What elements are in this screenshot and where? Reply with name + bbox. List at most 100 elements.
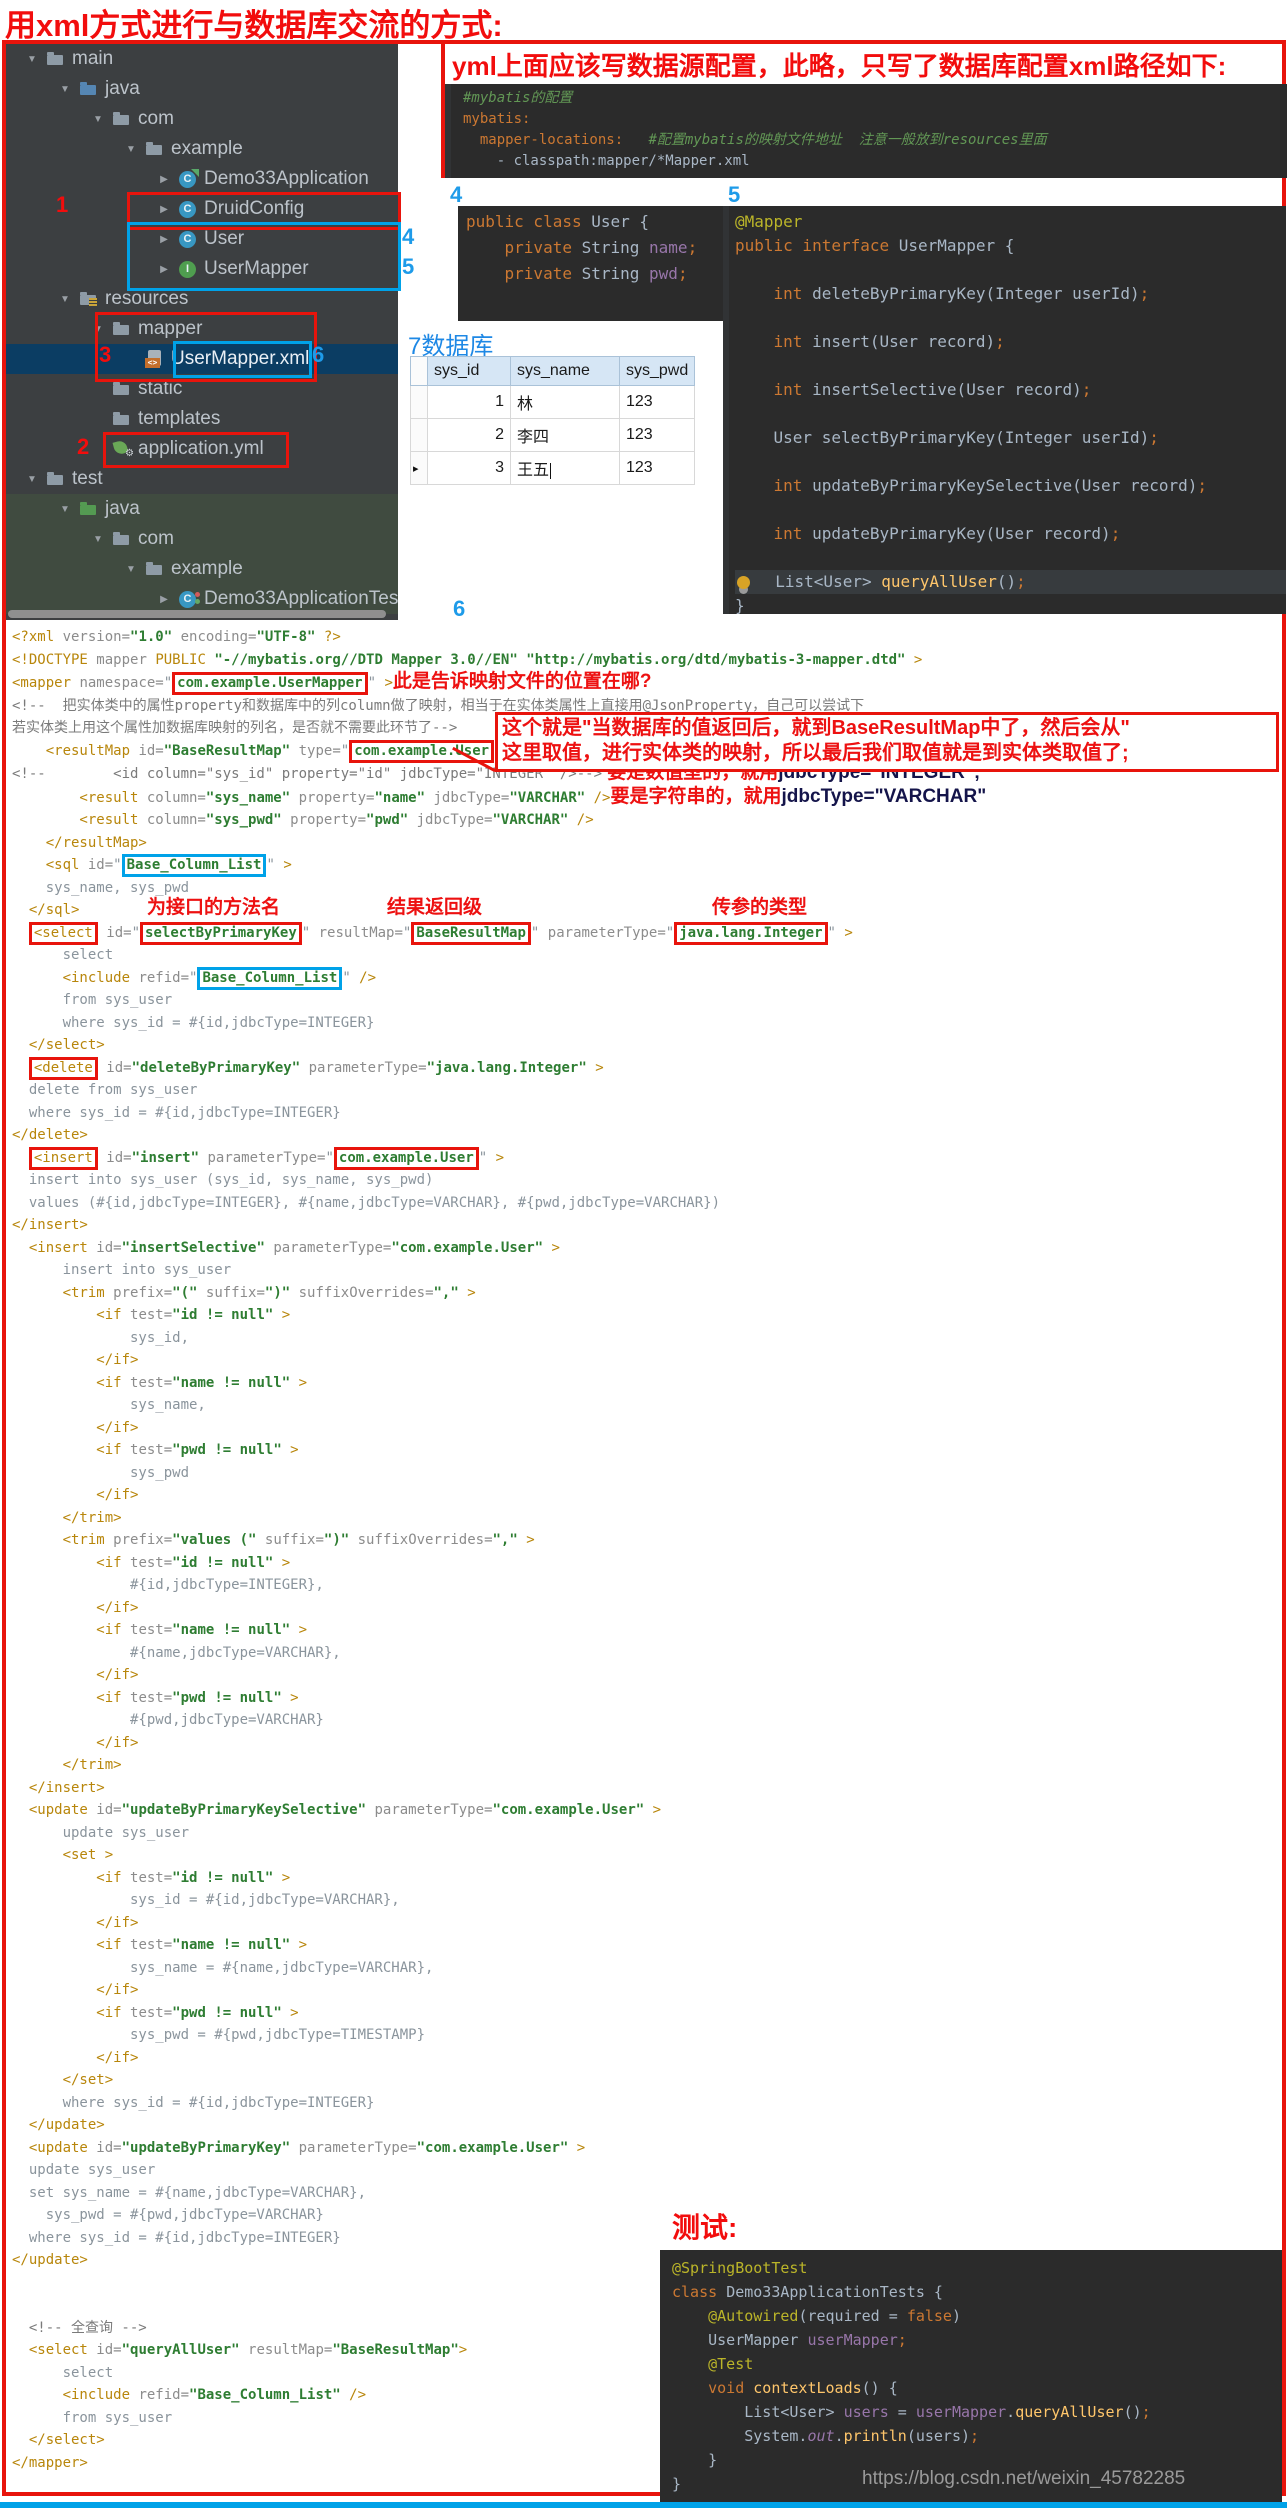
db-cell[interactable]: 李四 bbox=[510, 418, 620, 452]
tree-item-java[interactable]: ▼ java bbox=[6, 494, 398, 524]
xml-line: update sys_user bbox=[12, 1824, 190, 1841]
page-title: 用xml方式进行与数据库交流的方式: bbox=[5, 8, 503, 43]
db-row[interactable]: ▸ 3 王五 123 bbox=[410, 451, 696, 485]
expand-arrow-icon[interactable]: ▶ bbox=[151, 204, 177, 215]
xml-line: </sql> 为接口的方法名 结果返回级 传参的类型 bbox=[12, 897, 808, 918]
xml-line: <?xml version="1.0" encoding="UTF-8" ?> bbox=[12, 629, 341, 645]
item-label: application.yml bbox=[138, 438, 264, 459]
tree-item-mapper[interactable]: ▼ mapper bbox=[6, 314, 398, 344]
xml-line: where sys_id = #{id,jdbcType=INTEGER} bbox=[12, 2229, 341, 2246]
item-icon bbox=[111, 319, 133, 339]
class-icon: C bbox=[179, 201, 196, 218]
folder-icon bbox=[113, 382, 129, 395]
xml-line: where sys_id = #{id,jdbcType=INTEGER} bbox=[12, 2094, 375, 2111]
annotation-line-1: 这个就是"当数据库的值返回后，就到BaseResultMap中了，然后会从" bbox=[502, 717, 1130, 739]
interface-icon: I bbox=[179, 261, 196, 278]
xml-line: </update> bbox=[12, 2117, 105, 2133]
tree-item-demo33application[interactable]: ▶ C Demo33Application bbox=[6, 164, 398, 194]
intention-bulb-icon[interactable] bbox=[737, 576, 750, 589]
db-col-header[interactable]: sys_pwd bbox=[618, 356, 696, 386]
tree-item-java[interactable]: ▼ java bbox=[6, 74, 398, 104]
item-icon bbox=[111, 379, 133, 399]
expand-arrow-icon[interactable]: ▼ bbox=[19, 474, 45, 485]
expand-arrow-icon[interactable]: ▼ bbox=[118, 144, 144, 155]
test-class-icon: C bbox=[179, 591, 196, 608]
xml-line: sys_name, bbox=[12, 1397, 206, 1413]
db-cell[interactable]: 3 bbox=[427, 451, 511, 485]
expand-arrow-icon[interactable]: ▶ bbox=[151, 174, 177, 185]
folder-icon bbox=[113, 412, 129, 425]
screenshot-root: 用xml方式进行与数据库交流的方式: ▼ main ▼ java ▼ com ▼ exampl… bbox=[0, 0, 1287, 2509]
xml-line: <include refid="Base_Column_List" /> bbox=[12, 966, 1287, 990]
db-cell[interactable]: 王五 bbox=[510, 451, 620, 485]
db-row[interactable]: 2 李四 123 bbox=[410, 418, 696, 452]
xml-line: </if> bbox=[12, 1419, 139, 1436]
code-line: private String name; bbox=[466, 238, 698, 257]
expand-arrow-icon[interactable]: ▼ bbox=[85, 534, 111, 545]
tree-item-usermapper[interactable]: ▶ I UserMapper bbox=[6, 254, 398, 284]
expand-arrow-icon[interactable]: ▼ bbox=[52, 294, 78, 305]
item-icon bbox=[144, 559, 166, 579]
tree-item-example[interactable]: ▼ example bbox=[6, 134, 398, 164]
tree-item-resources[interactable]: ▼ resources bbox=[6, 284, 398, 314]
expand-arrow-icon[interactable]: ▶ bbox=[151, 234, 177, 245]
xml-line: <if test="pwd != null" > bbox=[12, 1442, 299, 1458]
db-cell[interactable]: 123 bbox=[618, 451, 696, 485]
expand-arrow-icon[interactable]: ▼ bbox=[85, 114, 111, 125]
expand-arrow-icon[interactable]: ▶ bbox=[151, 264, 177, 275]
xml-line: <update id="updateByPrimaryKey" paramete… bbox=[12, 2139, 586, 2156]
db-cell[interactable]: 123 bbox=[618, 385, 696, 419]
tree-item-application-yml[interactable]: ⚙ application.yml bbox=[6, 434, 398, 464]
db-row[interactable]: 1 林 123 bbox=[410, 385, 696, 419]
package-folder-icon bbox=[113, 112, 129, 125]
db-col-header[interactable]: sys_name bbox=[510, 356, 620, 386]
db-cell[interactable]: 林 bbox=[510, 385, 620, 419]
xml-line: #{id,jdbcType=INTEGER}, bbox=[12, 1577, 324, 1593]
tree-item-templates[interactable]: templates bbox=[6, 404, 398, 434]
tree-item-com[interactable]: ▼ com bbox=[6, 104, 398, 134]
xml-line: <result column="sys_pwd" property="pwd" … bbox=[12, 812, 594, 828]
expand-arrow-icon[interactable]: ▶ bbox=[151, 594, 177, 605]
xml-line: <!DOCTYPE mapper PUBLIC "-//mybatis.org/… bbox=[12, 651, 923, 668]
xml-line: <if test="pwd != null" > bbox=[12, 1689, 299, 1706]
code-line: int updateByPrimaryKey(User record); bbox=[735, 524, 1121, 543]
project-tree: ▼ main ▼ java ▼ com ▼ example ▶ C Demo33Applicatio… bbox=[6, 44, 398, 620]
xml-line: #{pwd,jdbcType=VARCHAR} bbox=[12, 1712, 324, 1728]
tree-item-main[interactable]: ▼ main bbox=[6, 44, 398, 74]
db-col-header[interactable]: sys_id bbox=[427, 356, 511, 386]
expand-arrow-icon[interactable]: ▼ bbox=[85, 324, 111, 335]
yml-config-panel: #mybatis的配置 mybatis: mapper-locations: #配… bbox=[445, 84, 1287, 178]
item-icon: C bbox=[177, 199, 199, 219]
expand-arrow-icon[interactable]: ▼ bbox=[52, 84, 78, 95]
row-marker-icon: ▸ bbox=[410, 451, 428, 485]
xml-line: </insert> bbox=[12, 1217, 88, 1233]
tree-item-static[interactable]: static bbox=[6, 374, 398, 404]
code-line: - classpath:mapper/*Mapper.xml bbox=[463, 153, 750, 169]
code-line: @Test bbox=[672, 2355, 754, 2373]
expand-arrow-icon[interactable]: ▼ bbox=[19, 54, 45, 65]
xml-line: <if test="name != null" > bbox=[12, 1937, 308, 1953]
package-folder-icon bbox=[146, 562, 162, 575]
db-cell[interactable]: 2 bbox=[427, 418, 511, 452]
tree-item-user[interactable]: ▶ C User bbox=[6, 224, 398, 254]
item-icon bbox=[111, 529, 133, 549]
expand-arrow-icon[interactable]: ▼ bbox=[118, 564, 144, 575]
db-cell[interactable]: 1 bbox=[427, 385, 511, 419]
marker-2: 2 bbox=[77, 434, 90, 459]
usermapper-interface-panel: @Mapper public interface UserMapper { int… bbox=[723, 206, 1286, 614]
db-cell[interactable]: 123 bbox=[618, 418, 696, 452]
xml-line: sys_pwd = #{pwd,jdbcType=TIMESTAMP} bbox=[12, 2027, 426, 2043]
xml-line: </if> bbox=[12, 1734, 139, 1751]
tree-item-example[interactable]: ▼ example bbox=[6, 554, 398, 584]
item-label: User bbox=[204, 228, 245, 249]
expand-arrow-icon[interactable]: ▼ bbox=[52, 504, 78, 515]
xml-line: set sys_name = #{name,jdbcType=VARCHAR}, bbox=[12, 2184, 367, 2201]
tree-item-com[interactable]: ▼ com bbox=[6, 524, 398, 554]
tree-item-test[interactable]: ▼ test bbox=[6, 464, 398, 494]
tree-item-usermapper-xml[interactable]: <> UserMapper.xml bbox=[6, 344, 398, 374]
tree-scrollbar[interactable] bbox=[8, 610, 386, 618]
marker-6-xml: 6 bbox=[453, 596, 466, 621]
